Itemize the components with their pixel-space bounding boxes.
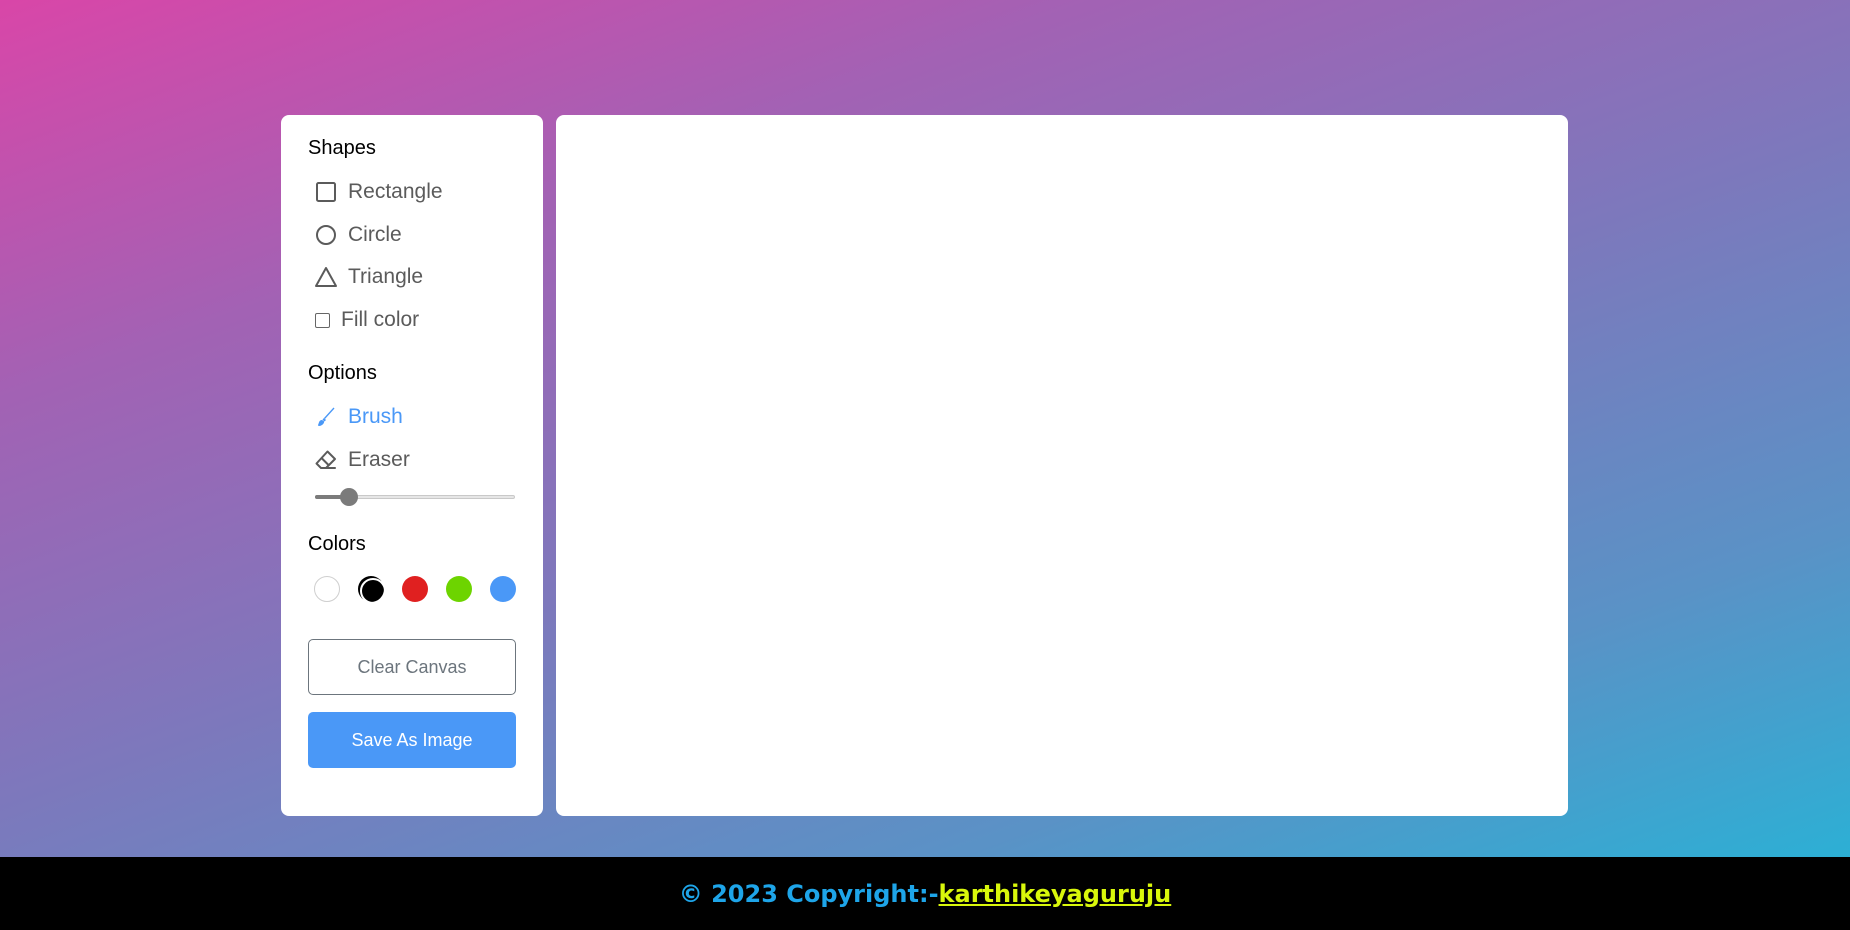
- fill-color-checkbox[interactable]: [314, 308, 331, 332]
- shape-triangle-label: Triangle: [348, 265, 424, 288]
- rectangle-icon: [314, 180, 338, 204]
- circle-icon: [314, 223, 338, 247]
- footer: © 2023 Copyright:- karthikeyaguruju: [0, 857, 1850, 930]
- shape-triangle[interactable]: Triangle: [314, 263, 423, 291]
- author-link[interactable]: karthikeyaguruju: [939, 880, 1172, 908]
- color-green[interactable]: [446, 576, 472, 602]
- clear-canvas-button[interactable]: Clear Canvas: [308, 639, 516, 695]
- color-blue[interactable]: [490, 576, 516, 602]
- colors-title: Colors: [308, 533, 366, 555]
- shape-circle-label: Circle: [348, 223, 402, 246]
- brush-icon: [314, 405, 338, 429]
- color-palette: [314, 576, 516, 604]
- option-brush[interactable]: Brush: [314, 403, 403, 431]
- options-title: Options: [308, 362, 377, 384]
- brush-size-slider[interactable]: [315, 488, 515, 506]
- fill-color-option[interactable]: Fill color: [314, 306, 419, 334]
- color-white[interactable]: [314, 576, 340, 602]
- eraser-icon: [314, 448, 338, 472]
- option-eraser[interactable]: Eraser: [314, 446, 410, 474]
- triangle-icon: [314, 265, 338, 289]
- slider-thumb[interactable]: [340, 488, 359, 506]
- copyright-text: © 2023 Copyright:-: [678, 879, 939, 908]
- option-brush-label: Brush: [348, 405, 403, 428]
- shape-circle[interactable]: Circle: [314, 221, 402, 249]
- tools-panel: Shapes Rectangle Circle Triangle Fill co…: [281, 115, 543, 816]
- option-eraser-label: Eraser: [348, 448, 410, 471]
- shape-rectangle-label: Rectangle: [348, 180, 443, 203]
- color-black[interactable]: [358, 576, 386, 604]
- drawing-canvas[interactable]: [556, 115, 1568, 816]
- color-red[interactable]: [402, 576, 428, 602]
- fill-color-label: Fill color: [341, 308, 420, 331]
- shapes-title: Shapes: [308, 137, 376, 159]
- shape-rectangle[interactable]: Rectangle: [314, 178, 443, 206]
- save-as-image-button[interactable]: Save As Image: [308, 712, 516, 768]
